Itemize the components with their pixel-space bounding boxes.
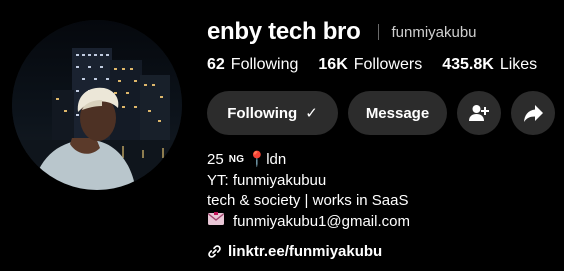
bio-email[interactable]: funmiyakubu1@gmail.com [233, 212, 410, 233]
stat-label: Followers [353, 56, 423, 73]
following-button[interactable]: Following ✓ [207, 91, 338, 135]
stat-value: 16K [318, 56, 348, 73]
bio-line-2: YT: funmiyakubuu [207, 171, 327, 189]
following-label: Following [227, 104, 298, 122]
message-button[interactable]: Message [348, 91, 447, 135]
add-friend-button[interactable] [457, 91, 501, 135]
name-separator [378, 24, 380, 40]
share-button[interactable] [511, 91, 555, 135]
display-name: enby tech bro [207, 18, 361, 45]
profile-actions: Following ✓ Message [207, 91, 564, 135]
stat-likes: 435.8K Likes [442, 56, 537, 74]
envelope-icon [207, 211, 225, 233]
bio: 25 NG 📍 ldn YT: funmiyakubuu tech & soci… [207, 150, 410, 232]
message-label: Message [365, 104, 430, 122]
stat-followers[interactable]: 16K Followers [318, 56, 422, 74]
share-arrow-icon [524, 105, 543, 122]
profile-header: enby tech bro funmiyakubu [207, 18, 477, 46]
bio-age: 25 [207, 151, 224, 168]
profile-avatar[interactable] [12, 20, 182, 190]
bio-location: ldn [266, 151, 287, 168]
profile-stats: 62 Following 16K Followers 435.8K Likes [207, 56, 557, 74]
profile-link[interactable]: linktr.ee/funmiyakubu [207, 243, 382, 260]
stat-value: 435.8K [442, 56, 494, 73]
stat-following[interactable]: 62 Following [207, 56, 298, 74]
bio-line-1: 25 NG 📍 ldn [207, 150, 410, 171]
check-icon: ✓ [305, 105, 318, 122]
add-person-icon [469, 105, 489, 121]
bio-line-3: tech & society | works in SaaS [207, 192, 409, 209]
link-icon [208, 245, 221, 258]
bio-country: NG [228, 154, 245, 165]
stat-value: 62 [207, 56, 225, 73]
stat-label: Following [230, 56, 299, 73]
location-pin-icon: 📍 [247, 151, 267, 168]
profile-link-text[interactable]: linktr.ee/funmiyakubu [228, 243, 382, 260]
stat-label: Likes [499, 56, 538, 73]
bio-email-line: funmiyakubu1@gmail.com [207, 211, 410, 233]
username: funmiyakubu [391, 23, 477, 41]
